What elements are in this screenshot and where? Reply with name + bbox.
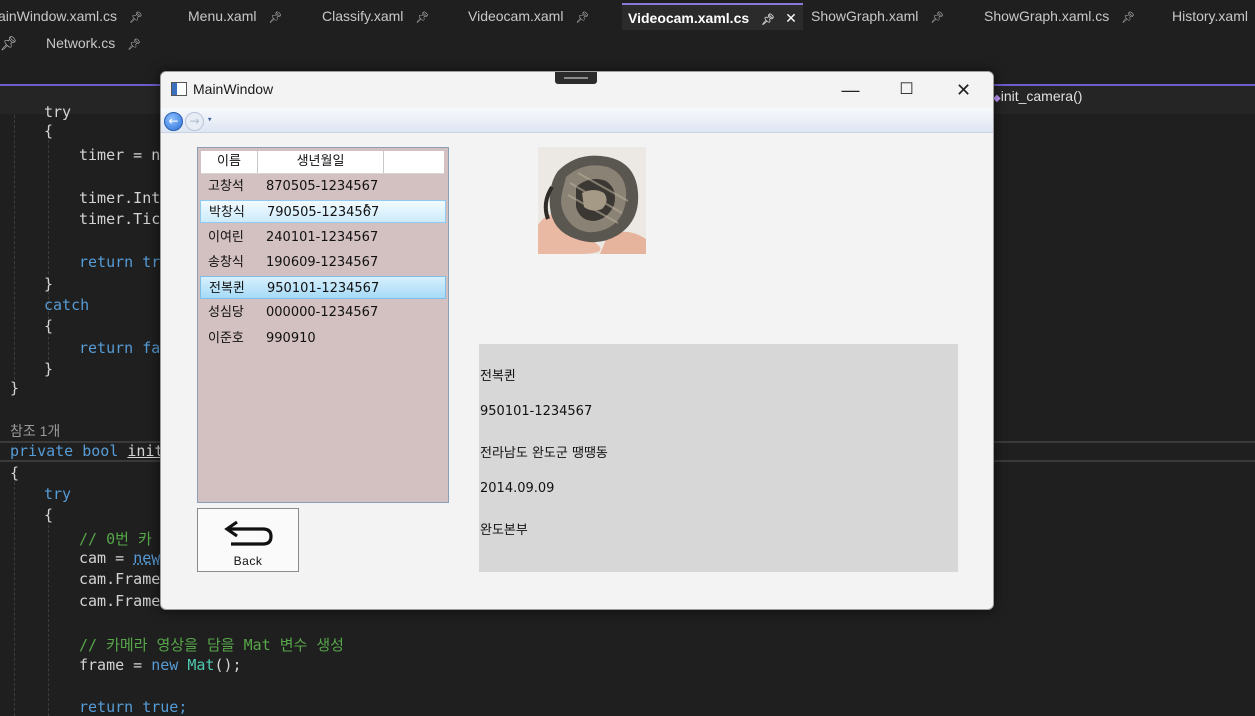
tab-label: Classify.xaml (322, 8, 404, 24)
tab-history-xaml[interactable]: History.xaml (1172, 3, 1248, 30)
maximize-button[interactable]: ☐ (878, 72, 935, 108)
detail-date: 2014.09.09 (480, 481, 555, 496)
list-item[interactable]: 고창석 870505-1234567 (200, 175, 446, 198)
code-line: timer.Tic (79, 210, 161, 228)
pin-icon[interactable]: 📌︎ (129, 12, 143, 24)
method-icon: ◆ (993, 93, 1001, 104)
column-header-name[interactable]: 이름 (201, 151, 258, 173)
code-line: // 카메라 영상을 담을 Mat 변수 생성 (79, 636, 344, 654)
close-icon[interactable]: ✕ (785, 10, 797, 26)
pin-icon[interactable]: 📌︎ (268, 12, 282, 24)
code-line: } (44, 360, 54, 378)
code-line: timer.Inte (79, 189, 170, 207)
list-item-hover[interactable]: 박창식 790505-1234567 (200, 200, 446, 223)
list-item[interactable]: 이준호 990910 (200, 327, 446, 350)
tab-label: Videocam.xaml (468, 8, 564, 24)
back-button-label: Back (233, 554, 263, 568)
code-line: } (44, 275, 54, 293)
window-title: MainWindow (193, 81, 274, 97)
app-window-icon (171, 82, 187, 96)
code-line: catch (44, 296, 90, 314)
pin-icon[interactable]: 📌︎ (127, 39, 141, 51)
nav-forward-icon[interactable]: → (185, 112, 204, 131)
pin-icon[interactable]: 📌︎ (930, 12, 944, 24)
tab-label: ShowGraph.xaml.cs (984, 8, 1110, 24)
code-line: cam.Frame (79, 592, 161, 610)
close-button[interactable]: ✕ (935, 72, 992, 108)
detail-affiliation: 완도본부 (480, 523, 528, 538)
tab-label: History.xaml (1172, 8, 1248, 24)
code-line: private bool init (10, 442, 164, 460)
code-line: return fa (79, 339, 161, 357)
tab-mainwindow-xaml-cs[interactable]: ainWindow.xaml.cs 📌︎ (0, 3, 143, 30)
column-header-birth[interactable]: 생년월일 (258, 151, 384, 173)
method-dropdown[interactable]: ◆init_camera() (993, 88, 1082, 104)
indent-guide (48, 135, 49, 375)
method-name: init_camera() (1000, 88, 1083, 104)
mouse-cursor-icon: ↖ (364, 198, 373, 214)
detail-name: 전복퀸 (480, 369, 516, 384)
detail-address: 전라남도 완도군 땡땡동 (480, 446, 608, 461)
code-line: } (10, 379, 20, 397)
code-line: { (44, 317, 54, 335)
tab-label: ainWindow.xaml.cs (0, 8, 118, 24)
indent-guide (14, 477, 15, 716)
pin-icon[interactable]: 📌︎ (0, 30, 18, 57)
reference-count[interactable]: 참조 1개 (10, 421, 60, 441)
code-line: return true; (79, 698, 188, 716)
tab-label: ShowGraph.xaml (811, 8, 919, 24)
tab-label: Network.cs (46, 35, 116, 51)
code-line: { (44, 122, 54, 140)
nav-back-icon[interactable]: ← (164, 112, 183, 131)
tab-classify-xaml[interactable]: Classify.xaml 📌︎ (322, 3, 429, 30)
tab-label: Menu.xaml (188, 8, 257, 24)
return-arrow-icon (224, 520, 273, 546)
code-line: timer = ne (79, 146, 170, 164)
list-item[interactable]: 송창식 190609-1234567 (200, 251, 446, 274)
detail-id-number: 950101-1234567 (480, 404, 593, 419)
editor-tab-row-2: 📌︎ Network.cs 📌︎ (0, 30, 1255, 57)
code-line: { (10, 464, 20, 482)
list-item-selected[interactable]: 전복퀸 950101-1234567 (200, 276, 446, 299)
tab-showgraph-xaml-cs[interactable]: ShowGraph.xaml.cs 📌︎ (984, 3, 1135, 30)
code-line: cam = new (79, 549, 161, 567)
tab-videocam-xaml-cs[interactable]: Videocam.xaml.cs 📌︎ ✕ (622, 3, 803, 32)
tab-menu-xaml[interactable]: Menu.xaml 📌︎ (188, 3, 282, 30)
indent-guide (14, 115, 15, 385)
tab-network-cs[interactable]: Network.cs 📌︎ (46, 30, 141, 57)
pin-icon[interactable]: 📌︎ (761, 14, 775, 26)
minimize-button[interactable]: — (822, 72, 879, 108)
list-item[interactable]: 성심당 000000-1234567 (200, 301, 446, 324)
code-line: { (44, 506, 54, 524)
pin-icon[interactable]: 📌︎ (1121, 12, 1135, 24)
code-line: cam.Frame (79, 570, 161, 588)
pin-icon[interactable]: 📌︎ (415, 12, 429, 24)
navigation-bar: ← → ▾ (161, 108, 993, 133)
main-window: MainWindow — ☐ ✕ ← → ▾ 이름 생년월일 고창석 870505… (160, 71, 994, 610)
code-line: return tr (79, 253, 161, 271)
back-button[interactable]: Back (197, 508, 299, 572)
list-item[interactable]: 이여린 240101-1234567 (200, 226, 446, 249)
code-line: // 0번 카 (79, 530, 152, 548)
detail-panel: 전복퀸 950101-1234567 전라남도 완도군 땡땡동 2014.09.… (479, 344, 958, 572)
editor-tab-row: ainWindow.xaml.cs 📌︎ Menu.xaml 📌︎ Classify… (0, 3, 1255, 32)
tab-showgraph-xaml[interactable]: ShowGraph.xaml 📌︎ (811, 3, 944, 30)
tab-videocam-xaml[interactable]: Videocam.xaml 📌︎ (468, 3, 589, 30)
snap-grip-handle[interactable] (555, 72, 597, 84)
person-listview[interactable]: 이름 생년월일 고창석 870505-1234567 박창식 790505-1234… (197, 147, 449, 503)
code-line: try (44, 485, 72, 503)
tab-label: Videocam.xaml.cs (628, 10, 750, 26)
list-header: 이름 생년월일 (201, 151, 444, 174)
indent-guide (48, 520, 49, 716)
nav-history-dropdown-icon[interactable]: ▾ (207, 115, 212, 125)
abalone-photo (538, 147, 646, 254)
code-line: try (44, 103, 72, 121)
code-line: frame = new Mat(); (79, 656, 242, 674)
pin-icon[interactable]: 📌︎ (575, 12, 589, 24)
